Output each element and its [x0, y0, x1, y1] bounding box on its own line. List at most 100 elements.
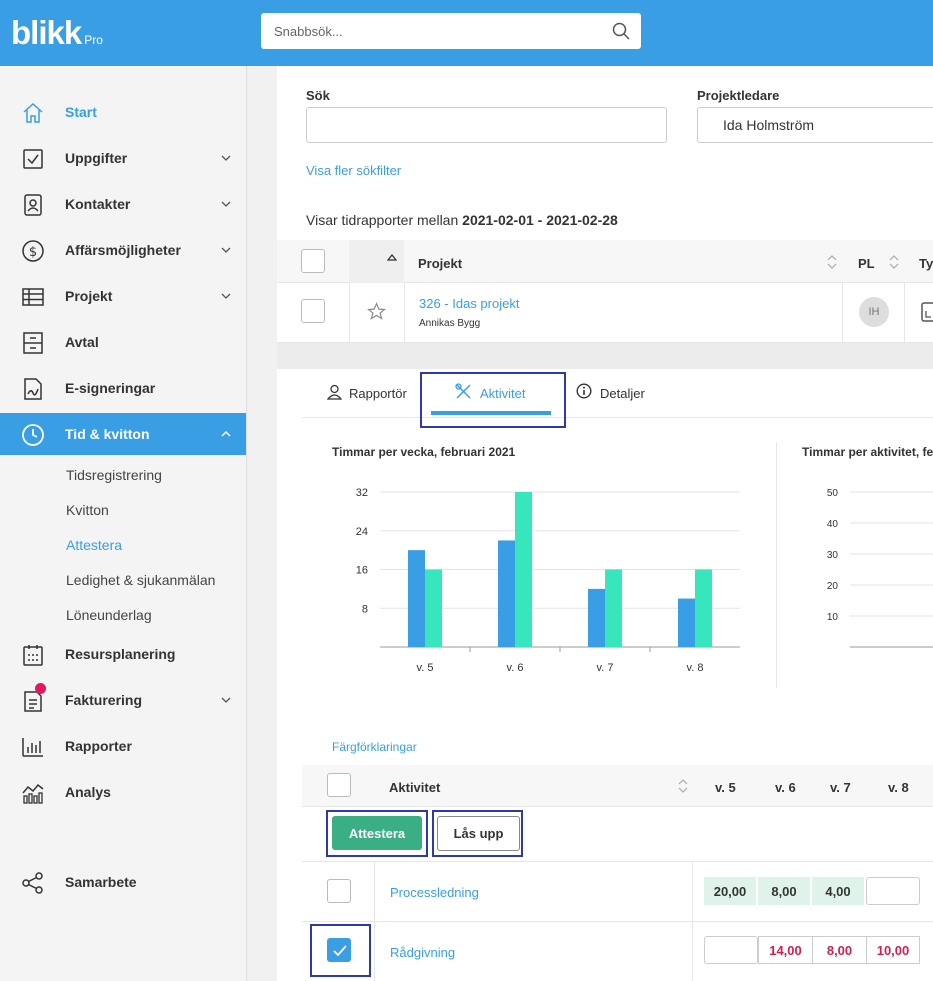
bar-chart-icon: [22, 738, 43, 757]
hours-cell[interactable]: [866, 877, 920, 905]
sidebar-item-analys[interactable]: Analys: [0, 771, 246, 813]
analytics-icon: [22, 783, 44, 804]
more-filters-link[interactable]: Visa fler sökfilter: [306, 163, 401, 178]
hours-cell[interactable]: [704, 936, 758, 964]
activity-link[interactable]: Processledning: [390, 885, 479, 900]
svg-text:$: $: [29, 245, 37, 260]
sidebar-item-uppgifter[interactable]: Uppgifter: [0, 137, 246, 179]
y-tick-label: 40: [827, 519, 839, 530]
chevron-down-icon[interactable]: [220, 198, 232, 210]
sort-icon[interactable]: [827, 255, 837, 269]
sidebar-item-label: Tid & kvitton: [65, 426, 150, 442]
hours-cell[interactable]: 8,00: [758, 877, 810, 905]
sidebar-item-label: Avtal: [65, 334, 99, 350]
sidebar-subitem-tidsregistrering[interactable]: Tidsregistrering: [66, 467, 162, 483]
dollar-icon: $: [22, 240, 44, 262]
search-icon[interactable]: [612, 22, 630, 40]
home-icon: [23, 102, 43, 123]
clock-icon: [22, 424, 44, 446]
sidebar-item-label: Samarbete: [65, 874, 137, 890]
sidebar-item-kontakter[interactable]: Kontakter: [0, 183, 246, 225]
y-tick-label: 16: [356, 565, 368, 577]
x-tick-label: v. 5: [417, 662, 434, 674]
sort-icon[interactable]: [678, 779, 688, 793]
tab-detaljer[interactable]: Detaljer: [600, 386, 645, 401]
sidebar-item-samarbete[interactable]: Samarbete: [0, 861, 246, 903]
y-tick-label: 30: [827, 550, 839, 561]
sidebar-item-rapporter[interactable]: Rapporter: [0, 725, 246, 767]
project-column-header[interactable]: Projekt: [418, 256, 462, 271]
sidebar-item-e-signeringar[interactable]: E-signeringar: [0, 367, 246, 409]
week-header: v. 5: [715, 780, 736, 795]
contact-card-icon: [24, 194, 42, 216]
y-tick-label: 10: [827, 612, 839, 623]
brand-logo[interactable]: blikk Pro: [11, 14, 103, 52]
sidebar-item-label: Fakturering: [65, 692, 143, 708]
star-icon[interactable]: [367, 302, 386, 321]
color-legend-link[interactable]: Färgförklaringar: [332, 740, 417, 754]
sidebar-item-avtal[interactable]: Avtal: [0, 321, 246, 363]
quick-search-input[interactable]: [261, 13, 641, 49]
hours-cell[interactable]: 20,00: [704, 877, 756, 905]
signature-icon: [24, 378, 42, 400]
sidebar-item-tid-kvitton[interactable]: Tid & kvitton: [0, 413, 246, 455]
hours-cell[interactable]: 14,00: [758, 936, 813, 964]
week-header: v. 7: [830, 780, 851, 795]
cabinet-icon: [23, 332, 43, 354]
activity-row-checkbox[interactable]: [327, 879, 351, 903]
sidebar-item-label: Analys: [65, 784, 111, 800]
bar: [515, 492, 532, 647]
chevron-down-icon[interactable]: [220, 152, 232, 164]
chart-title: Timmar per vecka, februari 2021: [332, 445, 516, 459]
bar: [588, 588, 605, 647]
row-checkbox[interactable]: [301, 299, 325, 323]
sidebar-subitem-loneunderlag[interactable]: Löneunderlag: [66, 607, 152, 623]
search-field[interactable]: [306, 107, 667, 143]
bar: [425, 569, 442, 647]
chevron-down-icon[interactable]: [220, 244, 232, 256]
chevron-down-icon[interactable]: [220, 290, 232, 302]
y-tick-label: 32: [356, 487, 368, 499]
weekly-hours-chart: 8 16 24 32 v. 5 v. 6 v. 7 v. 8: [356, 487, 740, 674]
chevron-up-icon[interactable]: [220, 428, 232, 440]
activity-link[interactable]: Rådgivning: [390, 945, 455, 960]
calendar-icon: [23, 645, 43, 666]
sidebar-item-affarsmojligheter[interactable]: $ Affärsmöjligheter: [0, 229, 246, 271]
manager-select[interactable]: Ida Holmström: [697, 107, 933, 143]
x-tick-label: v. 6: [507, 662, 524, 674]
bar: [408, 550, 425, 647]
sidebar-item-label: E-signeringar: [65, 380, 156, 396]
document-icon: [921, 302, 933, 322]
sidebar-item-fakturering[interactable]: Fakturering: [0, 679, 246, 721]
sidebar-item-projekt[interactable]: Projekt: [0, 275, 246, 317]
sort-up-icon[interactable]: [387, 253, 397, 263]
type-column-header[interactable]: Ty: [919, 256, 933, 271]
chevron-down-icon[interactable]: [220, 694, 232, 706]
pl-column-header[interactable]: PL: [858, 256, 875, 271]
select-all-activities-checkbox[interactable]: [327, 773, 351, 797]
table-icon: [22, 288, 44, 306]
y-tick-label: 8: [362, 603, 368, 615]
date-range-text: Visar tidrapporter mellan 2021-02-01 - 2…: [306, 212, 618, 228]
project-customer: Annikas Bygg: [419, 318, 481, 329]
sort-icon[interactable]: [889, 255, 899, 269]
top-bar: blikk Pro: [0, 0, 933, 66]
hours-cell[interactable]: 10,00: [866, 936, 920, 964]
tab-rapportor[interactable]: Rapportör: [349, 386, 407, 401]
highlight-box: [420, 372, 566, 428]
sidebar-subitem-attestera[interactable]: Attestera: [66, 537, 122, 553]
activity-column-header[interactable]: Aktivitet: [389, 780, 440, 795]
notification-dot: [35, 683, 46, 694]
sidebar-subitem-ledighet[interactable]: Ledighet & sjukanmälan: [66, 572, 215, 588]
select-all-checkbox[interactable]: [301, 249, 325, 273]
hours-cell[interactable]: 4,00: [812, 877, 864, 905]
project-link[interactable]: 326 - Idas projekt: [419, 296, 519, 311]
hours-cell[interactable]: 8,00: [812, 936, 867, 964]
highlight-box: [432, 810, 523, 857]
sidebar-subitem-kvitton[interactable]: Kvitton: [66, 502, 109, 518]
sidebar-item-start[interactable]: Start: [0, 91, 246, 133]
checkbox-task-icon: [23, 149, 43, 169]
x-tick-label: v. 7: [597, 662, 614, 674]
sidebar-item-label: Resursplanering: [65, 646, 176, 662]
sidebar-item-resursplanering[interactable]: Resursplanering: [0, 633, 246, 675]
